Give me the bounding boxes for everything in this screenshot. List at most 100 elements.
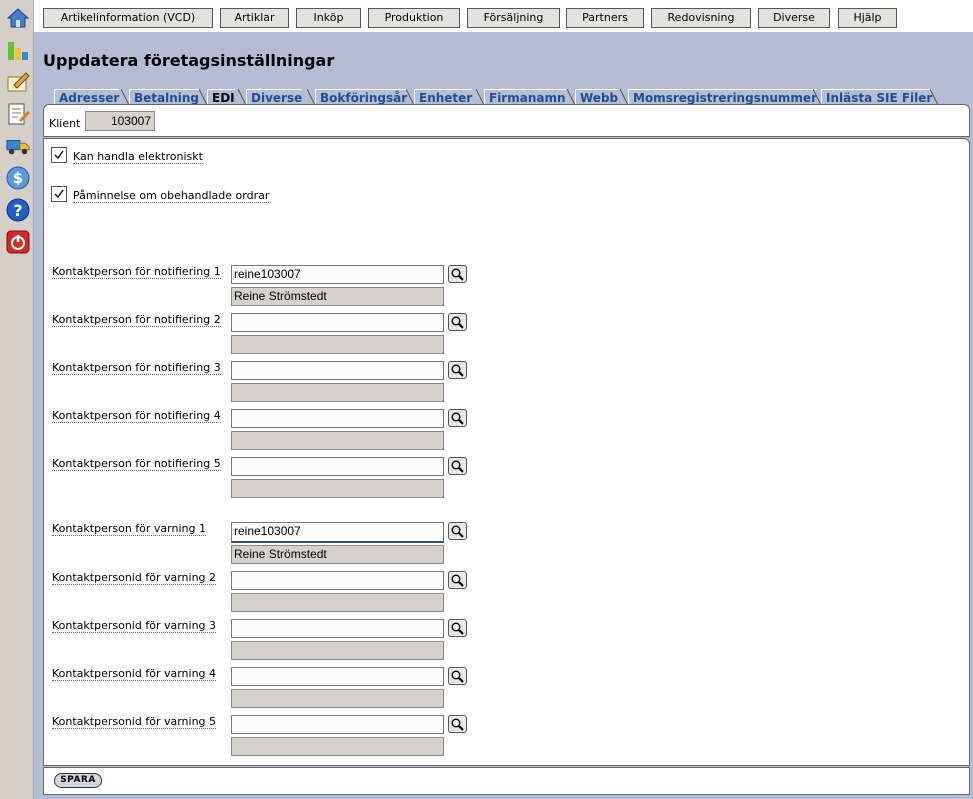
search-button[interactable]	[448, 313, 467, 331]
check-icon	[54, 150, 64, 160]
notification-contact-input-5[interactable]	[231, 457, 444, 476]
warning-contact-name-5	[231, 737, 444, 756]
menu-artikelinformation[interactable]: Artikelinformation (VCD)	[43, 8, 213, 28]
notification-contact-input-4[interactable]	[231, 409, 444, 428]
menu-inkop[interactable]: Inköp	[296, 8, 361, 28]
tab-edi[interactable]: EDI	[207, 89, 235, 105]
search-icon	[451, 364, 464, 377]
warning-contact-input-5[interactable]	[231, 715, 444, 734]
menu-hjalp[interactable]: Hjälp	[838, 8, 897, 28]
tab-diverse[interactable]: Diverse	[246, 89, 303, 105]
warning-label-4: Kontaktpersonid för varning 4	[52, 667, 217, 681]
notification-label-1: Kontaktperson för notifiering 1	[52, 265, 221, 279]
tab-separator	[567, 89, 575, 105]
menu-redovisning[interactable]: Redovisning	[651, 8, 751, 28]
check-icon	[54, 189, 64, 199]
notification-contact-name-1: Reine Strömstedt	[231, 287, 444, 306]
truck-icon[interactable]	[6, 134, 30, 158]
menu-partners[interactable]: Partners	[566, 8, 644, 28]
search-button[interactable]	[448, 409, 467, 427]
search-icon	[451, 718, 464, 731]
tab-separator	[476, 89, 484, 105]
notification-label-5: Kontaktperson för notifiering 5	[52, 457, 221, 471]
search-button[interactable]	[448, 361, 467, 379]
page-title: Uppdatera företagsinställningar	[43, 51, 335, 70]
checkbox-label: Påminnelse om obehandlade ordrar	[73, 189, 270, 203]
dollar-icon[interactable]: $	[6, 166, 30, 190]
help-icon[interactable]: ?	[6, 198, 30, 222]
action-bar: SPARA	[43, 767, 970, 795]
tab-firmanamn[interactable]: Firmanamn	[484, 89, 566, 105]
notification-label-3: Kontaktperson för notifiering 3	[52, 361, 221, 375]
tab-separator	[620, 89, 628, 105]
notification-label-2: Kontaktperson för notifiering 2	[52, 313, 221, 327]
notification-contact-name-5	[231, 479, 444, 498]
menu-diverse[interactable]: Diverse	[758, 8, 830, 28]
tab-separator	[307, 89, 315, 105]
tab-separator	[199, 89, 207, 105]
tab-betalning[interactable]: Betalning	[129, 89, 200, 105]
menu-artiklar[interactable]: Artiklar	[220, 8, 289, 28]
svg-text:?: ?	[13, 201, 22, 220]
notification-contact-name-2	[231, 335, 444, 354]
warning-contact-input-4[interactable]	[231, 667, 444, 686]
notification-contact-input-2[interactable]	[231, 313, 444, 332]
search-icon	[451, 460, 464, 473]
search-button[interactable]	[448, 265, 467, 283]
power-icon[interactable]	[6, 230, 30, 254]
checkbox-paminnelse-obehandlade-ordrar[interactable]	[51, 186, 67, 202]
warning-contact-name-4	[231, 689, 444, 708]
menu-forsaljning[interactable]: Försäljning	[467, 8, 560, 28]
tab-separator	[406, 89, 414, 105]
chart-icon[interactable]	[6, 38, 30, 62]
svg-text:$: $	[13, 169, 23, 187]
tab-separator	[813, 89, 821, 105]
search-icon	[451, 412, 464, 425]
menu-produktion[interactable]: Produktion	[368, 8, 460, 28]
tab-momsregistreringsnummer[interactable]: Momsregistreringsnummer	[628, 89, 817, 105]
warning-contact-input-2[interactable]	[231, 571, 444, 590]
search-button[interactable]	[448, 522, 467, 540]
home-icon[interactable]	[6, 6, 30, 30]
notification-contact-name-4	[231, 431, 444, 450]
client-panel: Klient 103007	[43, 104, 970, 137]
warning-label-1: Kontaktperson för varning 1	[52, 522, 206, 536]
tab-separator	[238, 89, 246, 105]
search-button[interactable]	[448, 667, 467, 685]
warning-label-2: Kontaktpersonid för varning 2	[52, 571, 217, 585]
notification-contact-input-3[interactable]	[231, 361, 444, 380]
client-label: Klient	[49, 117, 81, 130]
search-icon	[451, 525, 464, 538]
tab-enheter[interactable]: Enheter	[414, 89, 473, 105]
notification-contact-input-1[interactable]: reine103007	[231, 265, 444, 284]
warning-label-5: Kontaktpersonid för varning 5	[52, 715, 217, 729]
client-value: 103007	[85, 111, 155, 131]
notification-contact-name-3	[231, 383, 444, 402]
notification-label-4: Kontaktperson för notifiering 4	[52, 409, 221, 423]
checkbox-kan-handla-elektroniskt[interactable]	[51, 147, 67, 163]
search-button[interactable]	[448, 571, 467, 589]
save-button[interactable]: SPARA	[54, 773, 102, 788]
search-icon	[451, 670, 464, 683]
tab-inlasta-sie-filer[interactable]: Inlästa SIE Filer	[821, 89, 933, 105]
warning-contact-input-1[interactable]: reine103007	[231, 522, 444, 543]
search-button[interactable]	[448, 619, 467, 637]
checkbox-label: Kan handla elektroniskt	[73, 150, 203, 164]
left-toolbar: $ ?	[0, 0, 34, 799]
search-icon	[451, 622, 464, 635]
search-icon	[451, 268, 464, 281]
search-button[interactable]	[448, 457, 467, 475]
tab-separator	[121, 89, 129, 105]
notepad-icon[interactable]	[6, 70, 30, 94]
search-icon	[451, 574, 464, 587]
search-button[interactable]	[448, 715, 467, 733]
warning-contact-name-1: Reine Strömstedt	[231, 545, 444, 564]
warning-contact-input-3[interactable]	[231, 619, 444, 638]
warning-contact-name-2	[231, 593, 444, 612]
search-icon	[451, 316, 464, 329]
tab-webb[interactable]: Webb	[575, 89, 619, 105]
warning-contact-name-3	[231, 641, 444, 660]
document-edit-icon[interactable]	[6, 102, 30, 126]
tab-adresser[interactable]: Adresser	[54, 89, 120, 105]
tab-bokforingsar[interactable]: Bokföringsår	[315, 89, 408, 105]
